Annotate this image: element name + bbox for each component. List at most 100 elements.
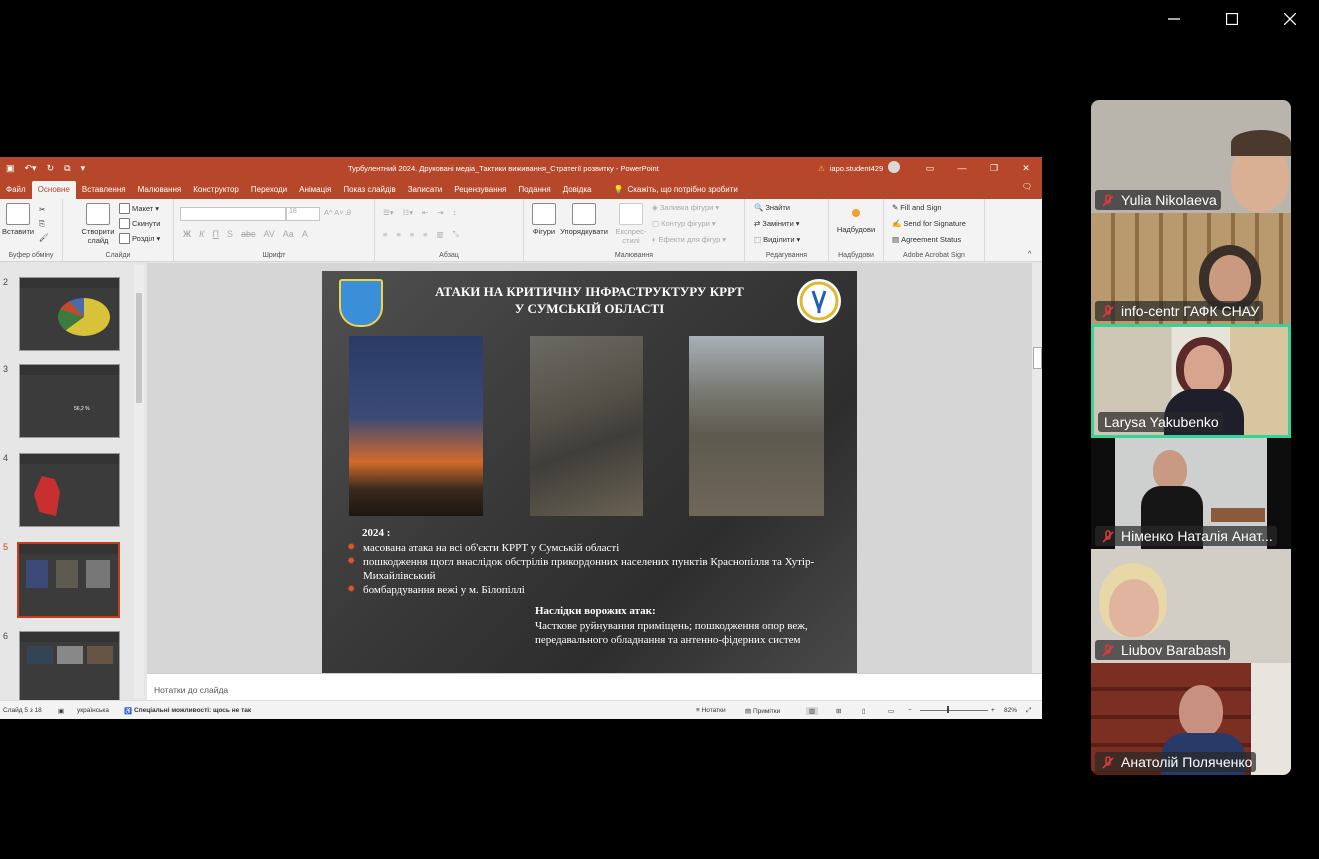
current-slide[interactable]: АТАКИ НА КРИТИЧНУ ІНФРАСТРУКТУРУ КРРТ У … [322,271,857,673]
customize-qat-icon[interactable]: ▾ [81,163,86,174]
tab-transitions[interactable]: Переходи [245,181,293,199]
tab-design[interactable]: Конструктор [187,181,245,199]
zoom-in-icon[interactable]: + [991,707,995,714]
slideshow-icon[interactable]: ⧉ [64,163,70,174]
align-left-icon[interactable]: ≡ [383,230,387,239]
shape-effects-button[interactable]: ◐ Ефекти для фігур ▾ [652,235,726,244]
tab-draw[interactable]: Малювання [132,181,188,199]
shape-outline-button[interactable]: ▢ Контур фігури ▾ [652,219,716,228]
tab-view[interactable]: Подання [512,181,556,199]
layout-button[interactable]: Макет ▾ [119,203,159,214]
participant-tile[interactable]: Yulia Nikolaeva [1091,100,1291,213]
addins-button[interactable]: Надбудови [833,207,879,234]
tab-slideshow[interactable]: Показ слайдів [337,181,401,199]
redo-icon[interactable]: ↻ [47,163,55,174]
accessibility-label[interactable]: Спеціальні можливості: щось не так [134,707,251,714]
paste-button[interactable]: Вставити [2,203,34,236]
zoom-out-icon[interactable]: − [908,707,912,714]
font-size-select[interactable]: 18 [286,207,320,221]
ppt-close-button[interactable]: ✕ [1010,157,1042,179]
fill-sign-button[interactable]: ✎ Fill and Sign [892,203,942,212]
tab-review[interactable]: Рецензування [448,181,512,199]
minimize-button[interactable] [1145,0,1203,38]
thumbnail-slide-5[interactable] [17,542,120,618]
shadow-button[interactable]: S [227,229,233,239]
thumbnail-slide-3[interactable]: 56,2 % [19,364,120,438]
outdent-icon[interactable]: ⇥ [437,208,443,217]
language-label[interactable]: українська [77,707,109,714]
find-button[interactable]: 🔍 Знайти [754,203,790,212]
proofing-icon[interactable]: ▣ [58,707,64,715]
tab-record[interactable]: Записати [402,181,449,199]
replace-button[interactable]: ⇄ Замінити ▾ [754,219,800,228]
tab-animations[interactable]: Анімація [293,181,337,199]
italic-button[interactable]: К [199,229,204,239]
zoom-slider[interactable] [920,710,988,711]
notes-button[interactable]: ≡ Нотатки [696,707,726,714]
new-slide-button[interactable]: Створити слайд [76,203,120,245]
reading-view-icon[interactable]: ▯ [862,707,866,715]
numbering-icon[interactable]: ☷▾ [403,208,414,217]
send-signature-button[interactable]: ✍ Send for Signature [892,219,966,228]
notes-pane[interactable]: Нотатки до слайда [147,673,1042,701]
font-color-icon[interactable]: A [302,229,308,239]
columns-icon[interactable]: ▥ [437,230,444,239]
shape-fill-button[interactable]: ◈ Заливка фігури ▾ [652,203,719,212]
participant-tile[interactable]: Анатолій Поляченко [1091,663,1291,775]
avatar[interactable] [888,161,901,173]
underline-button[interactable]: П [212,229,218,239]
shapes-button[interactable]: Фігури [529,203,559,236]
justify-icon[interactable]: ≡ [423,230,427,239]
zoom-level[interactable]: 82% [1004,707,1017,714]
participant-tile[interactable]: info-centr ГАФК СНАУ [1091,213,1291,324]
align-center-icon[interactable]: ≡ [396,230,400,239]
collapse-ribbon-icon[interactable]: ^ [1028,251,1031,258]
tab-home[interactable]: Основне [31,181,76,199]
maximize-button[interactable] [1203,0,1261,38]
participant-tile[interactable]: Liubov Barabash [1091,549,1291,663]
ribbon-display-icon[interactable]: ▭ [914,157,946,179]
case-icon[interactable]: Aa [283,229,294,239]
agreement-status-button[interactable]: ▤ Agreement Status [892,235,961,244]
ppt-restore-button[interactable]: ❐ [978,157,1010,179]
quick-styles-button[interactable]: Експрес-стилі [612,203,650,245]
strikethrough-button[interactable]: abc [241,229,256,239]
bullets-icon[interactable]: ☰▾ [383,208,394,217]
participant-tile-active[interactable]: Larysa Yakubenko [1091,324,1291,438]
normal-view-icon[interactable]: ▥ [806,707,819,715]
tab-insert[interactable]: Вставлення [76,181,132,199]
thumbnail-scrollbar[interactable] [134,265,144,698]
comments-icon[interactable]: 🗨 [1022,182,1032,191]
font-family-select[interactable] [180,207,286,221]
grow-font-icon[interactable]: A^ A˅ Ꭿ [324,208,351,218]
undo-icon[interactable]: ↶▾ [25,163,37,174]
ppt-minimize-button[interactable]: — [946,157,978,179]
close-button[interactable] [1261,0,1319,38]
section-button[interactable]: Розділ ▾ [119,233,160,244]
comments-button[interactable]: ▤ Примітки [745,707,780,715]
tab-help[interactable]: Довідка [557,181,598,199]
arrange-button[interactable]: Упорядкувати [558,203,610,236]
save-icon[interactable]: ▣ [6,163,15,174]
thumbnail-slide-2[interactable] [19,277,120,351]
indent-icon[interactable]: ⇤ [422,208,428,217]
editor-scrollbar[interactable] [1032,263,1042,673]
copy-icon[interactable]: ⎘ [39,219,45,229]
thumbnail-slide-6[interactable] [19,631,120,700]
slideshow-view-icon[interactable]: ▭ [888,707,894,715]
reset-button[interactable]: Скинути [119,218,160,229]
bold-button[interactable]: Ж [183,229,191,239]
thumbnail-slide-4[interactable] [19,453,120,527]
line-spacing-icon[interactable]: ↕ [453,208,457,217]
cut-icon[interactable]: ✂ [39,205,45,214]
select-button[interactable]: ⬚ Виділити ▾ [754,235,800,244]
spacing-icon[interactable]: AV [263,229,274,239]
tab-file[interactable]: Файл [0,181,32,199]
align-right-icon[interactable]: ≡ [410,230,414,239]
participant-tile[interactable]: Німенко Наталія Анат... [1091,438,1291,549]
sorter-view-icon[interactable]: ⊞ [836,707,841,715]
fit-to-window-icon[interactable]: ⤢ [1026,707,1031,715]
text-direction-icon[interactable]: ⤡ [453,229,459,239]
zoom-slider-handle[interactable] [947,706,949,713]
tell-me-search[interactable]: 💡 Скажіть, що потрібно зробити [607,181,743,199]
